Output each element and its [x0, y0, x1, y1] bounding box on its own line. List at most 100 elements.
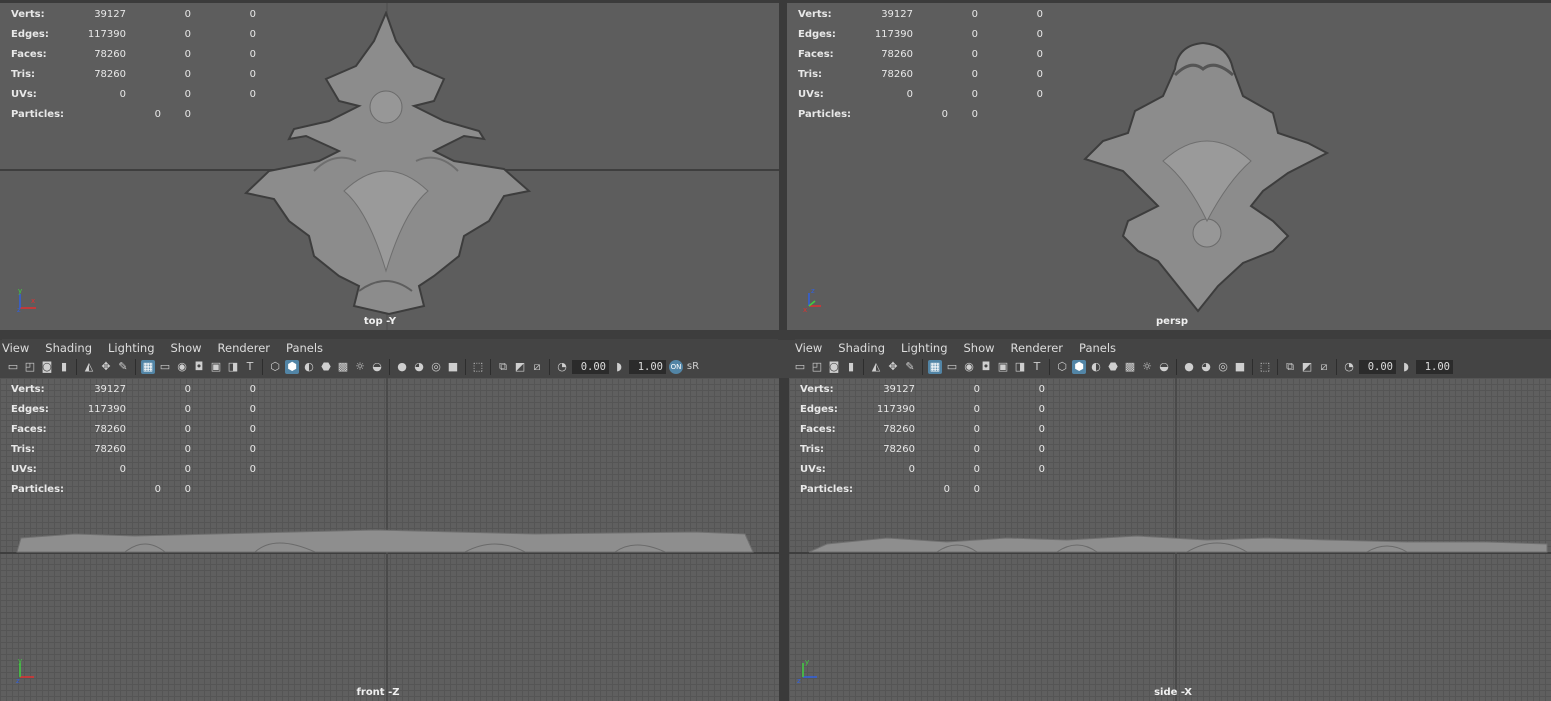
menu-renderer[interactable]: Renderer [1011, 341, 1064, 355]
viewport-persp[interactable]: Verts: 39127 0 0 Edges: 117390 0 0 Faces: 78260… [787, 3, 1551, 330]
smooth-shade-icon[interactable]: ⬢ [1072, 360, 1086, 374]
gamma-field[interactable]: 1.00 [1416, 360, 1453, 374]
ambient-occlusion-icon[interactable]: ◒ [370, 360, 384, 374]
view-transform-label[interactable]: sR [686, 360, 700, 374]
wireframe-icon[interactable]: ⬡ [1055, 360, 1069, 374]
hud-value: 0 [249, 404, 256, 415]
xray-joints-icon[interactable]: ⧉ [1283, 360, 1297, 374]
bookmark-flag-icon[interactable]: ▮ [57, 360, 71, 374]
depth-of-field-icon[interactable]: ◎ [429, 360, 443, 374]
isolate-select-icon[interactable]: ■ [1233, 360, 1247, 374]
field-chart-icon[interactable]: ▣ [209, 360, 223, 374]
anti-aliasing-icon[interactable]: ◕ [1199, 360, 1213, 374]
anti-aliasing-icon[interactable]: ◕ [412, 360, 426, 374]
camera-select-icon[interactable]: ▭ [793, 360, 807, 374]
menu-lighting[interactable]: Lighting [901, 341, 947, 355]
menu-lighting[interactable]: Lighting [108, 341, 154, 355]
menu-view[interactable]: View [795, 341, 822, 355]
bookmark-icon[interactable]: ◙ [40, 360, 54, 374]
wireframe-on-shaded-icon[interactable]: ◐ [1089, 360, 1103, 374]
resolution-gate-icon[interactable]: ◉ [962, 360, 976, 374]
image-plane-icon[interactable]: ◭ [82, 360, 96, 374]
shadows-icon[interactable]: ☼ [353, 360, 367, 374]
motion-blur-icon[interactable]: ● [1182, 360, 1196, 374]
exposure-field[interactable]: 0.00 [1359, 360, 1396, 374]
svg-text:y: y [805, 659, 809, 666]
xray-icon[interactable]: ⬚ [471, 360, 485, 374]
pane-divider[interactable] [779, 0, 787, 332]
hud-label: Faces: [800, 424, 836, 435]
xray-components-icon[interactable]: ◩ [1300, 360, 1314, 374]
grid-icon[interactable]: ▦ [928, 360, 942, 374]
ornament-model[interactable] [807, 530, 1549, 554]
xray-components-icon[interactable]: ◩ [513, 360, 527, 374]
hud-value: 0 [1038, 384, 1045, 395]
ornament-model[interactable] [244, 11, 534, 316]
pane-divider[interactable] [779, 378, 789, 701]
use-all-lights-icon[interactable]: ▩ [1123, 360, 1137, 374]
bookmark-flag-icon[interactable]: ▮ [844, 360, 858, 374]
gamma-icon[interactable]: ◗ [1399, 360, 1413, 374]
grease-pencil-icon[interactable]: ✎ [903, 360, 917, 374]
menu-show[interactable]: Show [171, 341, 202, 355]
hud-label: Verts: [798, 9, 832, 20]
textured-icon[interactable]: ⬣ [1106, 360, 1120, 374]
hud-value: 0 [249, 9, 256, 20]
safe-action-icon[interactable]: ◨ [226, 360, 240, 374]
shadows-icon[interactable]: ☼ [1140, 360, 1154, 374]
svg-text:z: z [811, 288, 815, 295]
exposure-field[interactable]: 0.00 [572, 360, 609, 374]
exposure-icon[interactable]: ◔ [1342, 360, 1356, 374]
toolbar-separator [389, 359, 390, 375]
camera-attributes-icon[interactable]: ◰ [23, 360, 37, 374]
depth-of-field-icon[interactable]: ◎ [1216, 360, 1230, 374]
gamma-field[interactable]: 1.00 [629, 360, 666, 374]
grid-icon[interactable]: ▦ [141, 360, 155, 374]
ornament-model[interactable] [1083, 41, 1329, 313]
image-plane-icon[interactable]: ◭ [869, 360, 883, 374]
viewport-top[interactable]: Verts: 39127 0 0 Edges: 117390 0 0 Faces: 78260… [0, 3, 779, 330]
viewport-front[interactable]: Verts: 39127 0 0 Edges: 117390 0 0 Faces: 78260… [0, 378, 779, 701]
hud-value: 0 [1038, 464, 1045, 475]
isolate-select-icon[interactable]: ■ [446, 360, 460, 374]
wireframe-on-shaded-icon[interactable]: ◐ [302, 360, 316, 374]
safe-title-icon[interactable]: T [243, 360, 257, 374]
menu-panels[interactable]: Panels [1079, 341, 1116, 355]
backface-culling-icon[interactable]: ⧄ [1317, 360, 1331, 374]
textured-icon[interactable]: ⬣ [319, 360, 333, 374]
exposure-icon[interactable]: ◔ [555, 360, 569, 374]
camera-select-icon[interactable]: ▭ [6, 360, 20, 374]
field-chart-icon[interactable]: ▣ [996, 360, 1010, 374]
viewport-side[interactable]: Verts: 39127 0 0 Edges: 117390 0 0 Faces: 78260… [789, 378, 1551, 701]
resolution-gate-icon[interactable]: ◉ [175, 360, 189, 374]
pan-zoom-icon[interactable]: ✥ [99, 360, 113, 374]
grease-pencil-icon[interactable]: ✎ [116, 360, 130, 374]
film-gate-icon[interactable]: ▭ [945, 360, 959, 374]
color-management-toggle-icon[interactable]: ON [669, 360, 683, 374]
bookmark-icon[interactable]: ◙ [827, 360, 841, 374]
wireframe-icon[interactable]: ⬡ [268, 360, 282, 374]
hud-value: 0 [249, 384, 256, 395]
menu-shading[interactable]: Shading [45, 341, 92, 355]
menu-show[interactable]: Show [964, 341, 995, 355]
ornament-model[interactable] [15, 528, 755, 554]
gate-mask-icon[interactable]: ◘ [979, 360, 993, 374]
menu-shading[interactable]: Shading [838, 341, 885, 355]
gate-mask-icon[interactable]: ◘ [192, 360, 206, 374]
menu-panels[interactable]: Panels [286, 341, 323, 355]
motion-blur-icon[interactable]: ● [395, 360, 409, 374]
use-all-lights-icon[interactable]: ▩ [336, 360, 350, 374]
ambient-occlusion-icon[interactable]: ◒ [1157, 360, 1171, 374]
menu-renderer[interactable]: Renderer [218, 341, 271, 355]
xray-icon[interactable]: ⬚ [1258, 360, 1272, 374]
smooth-shade-icon[interactable]: ⬢ [285, 360, 299, 374]
pan-zoom-icon[interactable]: ✥ [886, 360, 900, 374]
camera-attributes-icon[interactable]: ◰ [810, 360, 824, 374]
xray-joints-icon[interactable]: ⧉ [496, 360, 510, 374]
safe-action-icon[interactable]: ◨ [1013, 360, 1027, 374]
gamma-icon[interactable]: ◗ [612, 360, 626, 374]
menu-view[interactable]: View [2, 341, 29, 355]
backface-culling-icon[interactable]: ⧄ [530, 360, 544, 374]
film-gate-icon[interactable]: ▭ [158, 360, 172, 374]
safe-title-icon[interactable]: T [1030, 360, 1044, 374]
